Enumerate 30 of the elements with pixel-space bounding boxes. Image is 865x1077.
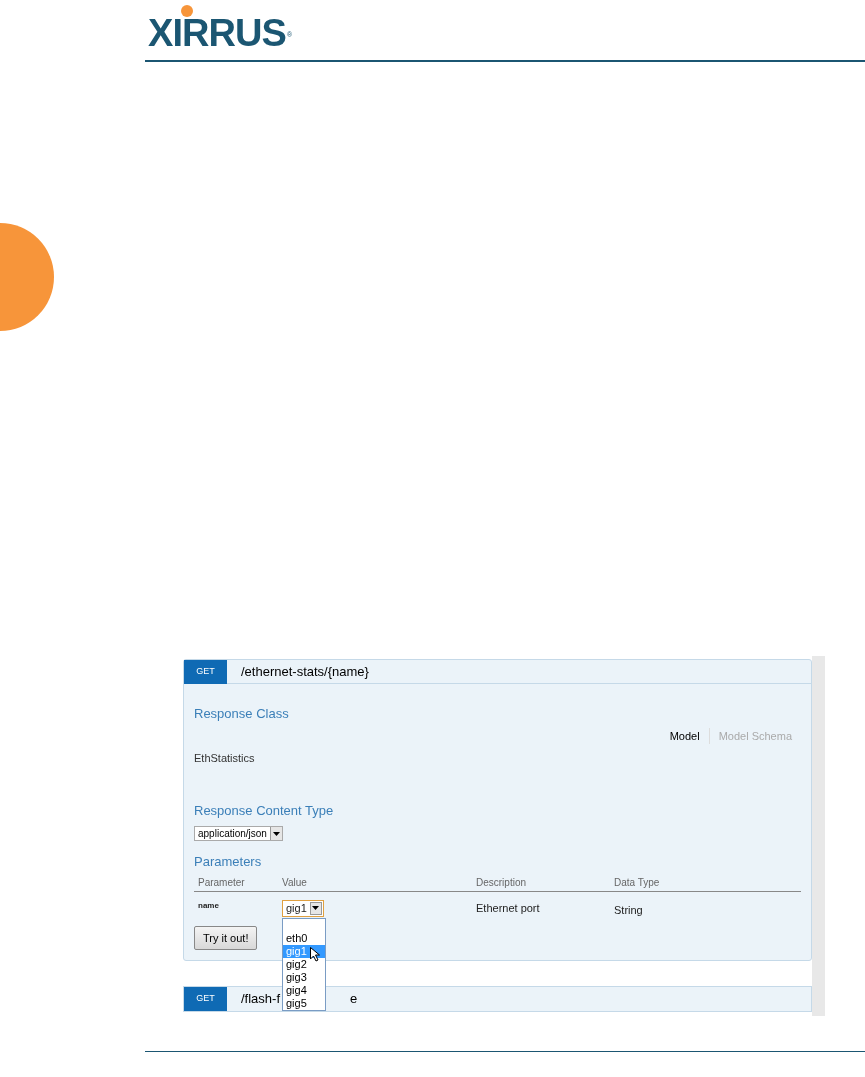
logo-text: XIRRUS [148,14,286,52]
endpoint-path[interactable]: /flash-f [241,989,280,1009]
value-select[interactable]: gig1 [282,899,324,917]
content-type-select[interactable]: application/json [194,826,283,841]
endpoint-path[interactable]: e [350,989,358,1009]
caret-icon [309,901,322,915]
dropdown-option[interactable]: eth0 [283,931,325,945]
cursor-icon [310,946,320,962]
column-header: Value [282,875,308,890]
model-name: EthStatistics [194,751,256,766]
section-heading: Parameters [194,853,263,871]
method-badge: GET [184,659,227,684]
dropdown-option[interactable]: gig4 [283,983,325,997]
section-heading: Response Class [194,705,290,723]
parameter-name: name [198,899,220,912]
dropdown-option[interactable]: gig2 [283,957,325,971]
column-header: Description [476,875,528,890]
column-header: Parameter [198,875,246,890]
model-tab[interactable]: Model [660,727,709,744]
dropdown-option[interactable]: gig3 [283,970,325,984]
caret-icon [269,827,282,840]
dropdown-option[interactable]: gig5 [283,996,325,1010]
method-badge: GET [184,987,227,1011]
parameter-description: Ethernet port [476,900,541,916]
section-heading: Response Content Type [194,801,335,820]
parameter-type: String [614,902,644,918]
column-header: Data Type [614,875,661,890]
try-it-out-button[interactable]: Try it out! [194,926,258,950]
endpoint-path[interactable]: /ethernet-stats/{name} [241,661,369,682]
scrollbar[interactable] [812,656,825,1016]
